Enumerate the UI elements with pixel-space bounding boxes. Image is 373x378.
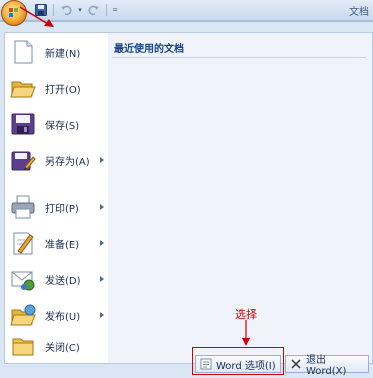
submenu-arrow-icon [100,240,104,246]
menu-item-open[interactable]: 打开(O) [5,71,108,105]
annotation-down-arrow-icon [242,320,250,346]
submenu-arrow-icon [100,204,104,210]
window-title: 文档 [349,7,369,18]
menu-item-save-as[interactable]: 另存为(A) [5,143,108,177]
menu-command-list: 新建(N) 打开(O) 保存(S) 另存为(A) 打印(P) 准备(E) 发送(… [4,32,109,364]
new-document-icon [10,39,36,65]
menu-item-label: 打印(P) [45,203,79,215]
save-as-icon [10,147,36,173]
publish-icon [10,302,36,328]
menu-item-label: 发送(D) [45,275,81,287]
menu-item-label: 发布(U) [45,311,81,323]
submenu-arrow-icon [100,157,104,163]
menu-bottom-bar: Word 选项(I) 退出 Word(X) [0,351,373,377]
menu-item-label: 新建(N) [45,48,81,60]
printer-icon [10,194,36,220]
menu-item-prepare[interactable]: 准备(E) [5,226,108,260]
menu-item-label: 另存为(A) [45,156,90,168]
menu-item-label: 保存(S) [45,120,80,132]
undo-dropdown-icon[interactable]: ▾ [75,2,85,18]
customize-qat-icon[interactable]: = [110,2,120,18]
menu-item-print[interactable]: 打印(P) [5,190,108,224]
header-divider [112,57,366,58]
annotation-highlight-box [192,347,284,375]
menu-item-label: 打开(O) [45,84,81,96]
exit-word-button[interactable]: 退出 Word(X) [285,355,369,377]
recent-documents-header: 最近使用的文档 [114,44,184,55]
qat-separator [106,4,107,16]
menu-item-send[interactable]: 发送(D) [5,262,108,296]
office-menu: 新建(N) 打开(O) 保存(S) 另存为(A) 打印(P) 准备(E) 发送(… [0,21,373,378]
submenu-arrow-icon [100,312,104,318]
menu-item-publish[interactable]: 发布(U) [5,298,108,332]
open-folder-icon [10,75,36,101]
undo-icon[interactable] [57,2,75,18]
redo-icon[interactable] [85,2,103,18]
save-disk-icon [10,111,36,137]
submenu-arrow-icon [100,276,104,282]
menu-item-save[interactable]: 保存(S) [5,107,108,141]
prepare-icon [10,230,36,256]
annotation-arrow-icon [19,6,54,27]
exit-word-label: 退出 Word(X) [306,355,347,377]
close-icon [290,358,302,370]
menu-item-label: 准备(E) [45,239,80,251]
menu-item-new[interactable]: 新建(N) [5,35,108,69]
send-icon [10,266,36,292]
